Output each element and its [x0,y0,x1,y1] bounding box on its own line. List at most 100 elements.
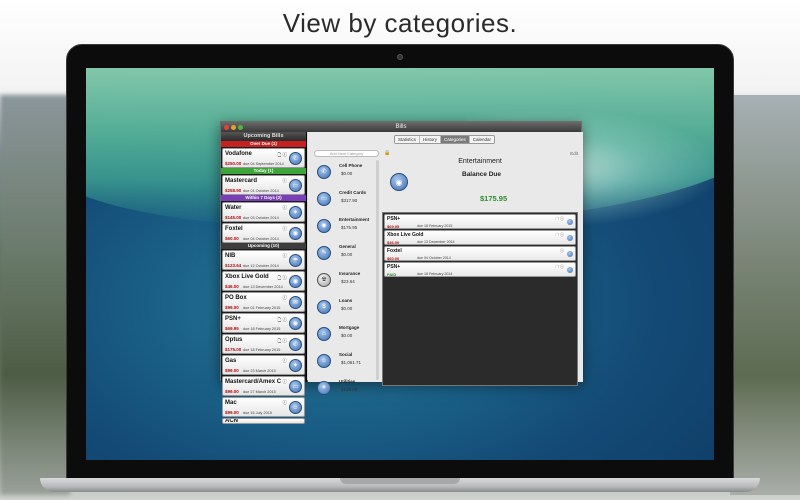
bill-item[interactable]: Vodafone 🗋 ⓘ $250.00 due 04 September 20… [222,148,305,168]
category-item[interactable]: $ Loans $0.00 [313,295,373,321]
add-category-input[interactable]: Add New Category [314,150,379,157]
bill-amount: $175.00 [225,347,242,352]
category-item[interactable]: ✆ Cell Phone $0.00 [313,160,373,186]
bill-status-icons: 🗋 ⓘ [555,232,564,237]
bill-amount: PAID [387,271,397,277]
bill-status-icons: ⓘ [282,400,288,405]
minimize-button[interactable] [231,124,236,130]
category-item[interactable]: ▭ Credit Cards $317.90 [313,187,373,213]
bill-item[interactable]: Gas ⓘ $99.00 due 23 March 2015 ✦ [222,355,305,375]
category-bill-item[interactable]: Xbox Live Gold 🗋 ⓘ $46.00 due 13 Decembe… [384,230,576,245]
mail-icon: ✉ [289,296,302,309]
lightbulb-icon: ✦ [289,359,302,372]
bill-due: due 13 December 2014 [417,240,455,244]
gamepad-icon: ◉ [317,219,331,233]
bill-status-icons: ⓘ [282,178,288,183]
bill-status-icons: ⓘ [560,248,564,253]
balance-due-value: $175.95 [480,194,508,203]
phone-icon: ✆ [317,165,331,179]
category-item[interactable]: ☢ Insurance $23.64 [313,268,373,294]
category-amount: $1,061.71 [341,360,362,365]
category-list: ✆ Cell Phone $0.00 ▭ Credit Cards $317.9… [313,160,373,395]
bill-name: Water [225,205,242,211]
bill-name: PO Box [225,295,247,301]
gamepad-icon: ◉ [289,227,302,240]
bill-name: Gas [225,358,237,364]
bill-status-icons: 🗋 ⓘ [555,216,564,221]
tab-categories[interactable]: Categories [441,136,470,143]
bill-item[interactable]: Optus 🗋 ⓘ $175.00 due 18 February 2015 ✆ [222,334,305,354]
bill-amount: $46.00 [225,284,239,289]
money-icon: $ [317,300,331,314]
pushpin-icon: ✎ [317,246,331,260]
bill-item[interactable]: Mastercard ⓘ $258.90 due 01 October 2014… [222,175,305,195]
bill-item[interactable]: PSN+ 🗋 ⓘ $69.95 due 18 February 2015 ◉ [222,313,305,333]
bill-info-icon[interactable] [567,235,573,241]
bill-item[interactable]: Foxtel ⓘ $60.00 due 04 October 2014 ◉ [222,223,305,243]
bill-due: due 18 February 2015 [417,224,453,228]
window-titlebar[interactable]: Bills [221,122,581,132]
view-tabs: Statistics History Categories Calendar [394,135,496,144]
headline: View by categories. [282,8,518,38]
camera-icon [397,54,403,60]
bill-amount: $250.00 [225,161,242,166]
bills-app-window: Bills Upcoming Bills Over Due (1) Vodafo… [220,121,583,424]
lock-icon[interactable]: 🔒 [384,150,390,156]
bill-item[interactable]: Xbox Live Gold 🗋 ⓘ $46.00 due 13 Decembe… [222,271,305,291]
bill-amount: $99.00 [225,368,239,373]
category-amount: $175.95 [341,225,358,230]
bill-name: Xbox Live Gold [387,232,424,238]
bill-amount: $69.95 [387,223,400,229]
category-item[interactable]: ✎ General $0.00 [313,241,373,267]
section-overdue: Over Due (1) [221,141,306,147]
category-amount: $0.00 [341,171,353,176]
bill-info-icon[interactable] [567,251,573,257]
category-detail: Entertainment ◉ Balance Due $175.95 PSN+… [382,157,578,386]
bill-info-icon[interactable] [567,267,573,273]
balance-due-label: Balance Due [462,171,502,178]
tab-calendar[interactable]: Calendar [469,136,495,143]
section-upcoming: Upcoming (10) [221,243,306,249]
bill-item[interactable]: Mastercard/Amex C ⓘ $99.00 due 27 March … [222,376,305,396]
category-title: Entertainment [458,158,502,165]
category-amount: $23.64 [341,279,355,284]
close-button[interactable] [224,124,229,130]
category-bill-item[interactable]: PSN+ 🗋 ⓘ PAID due 18 February 2014 [384,262,576,277]
bill-item[interactable]: NIB ⓘ $123.64 due 12 October 2014 ☂ [222,250,305,270]
window-title: Bills [395,124,407,130]
category-bill-item[interactable]: PSN+ 🗋 ⓘ $69.95 due 18 February 2015 [384,214,576,229]
bill-amount: $123.64 [225,263,242,268]
bill-status-icons: 🗋 ⓘ [277,275,287,280]
bill-status-icons: ⓘ [282,379,288,384]
bill-item[interactable]: PO Box ⓘ $99.00 due 01 February 2015 ✉ [222,292,305,312]
bill-name: Vodafone [225,151,252,157]
bill-item[interactable]: Mac ⓘ $99.00 due 16 July 2015 ☺ [222,397,305,417]
bill-due: due 13 December 2014 [243,284,283,289]
category-item[interactable]: ☺ Social $1,061.71 [313,349,373,375]
tab-history[interactable]: History [420,136,442,143]
category-item[interactable]: ◉ Entertainment $175.95 [313,214,373,240]
category-amount: $149.00 [341,387,358,392]
bill-due: due 27 March 2015 [243,389,276,394]
bill-item[interactable]: ACN [222,418,305,424]
category-bill-list: PSN+ 🗋 ⓘ $69.95 due 18 February 2015 Xbo… [382,212,578,386]
bill-due: due 12 October 2014 [243,263,279,268]
edit-button[interactable]: Edit [570,151,578,156]
zoom-button[interactable] [238,124,243,130]
bill-amount: $60.00 [225,236,239,241]
bill-info-icon[interactable] [567,219,573,225]
category-scrollbar[interactable] [376,160,379,380]
lightbulb-icon: ✦ [289,206,302,219]
category-item[interactable]: ✦ Utilities $149.00 [313,376,373,402]
bill-name: PSN+ [387,264,401,270]
bill-name: PSN+ [225,316,241,322]
bill-item[interactable]: Water ⓘ $145.00 due 03 October 2014 ✦ [222,202,305,222]
tab-statistics[interactable]: Statistics [395,136,421,143]
gamepad-icon: ◉ [289,317,302,330]
category-item[interactable]: ⌂ Mortgage $0.00 [313,322,373,348]
gamepad-icon: ◉ [289,275,302,288]
category-bill-item[interactable]: Foxtel ⓘ $60.00 due 04 October 2014 [384,246,576,261]
bill-name: Mac [225,400,237,406]
category-amount: $317.90 [341,198,358,203]
phone-icon: ✆ [289,152,302,165]
